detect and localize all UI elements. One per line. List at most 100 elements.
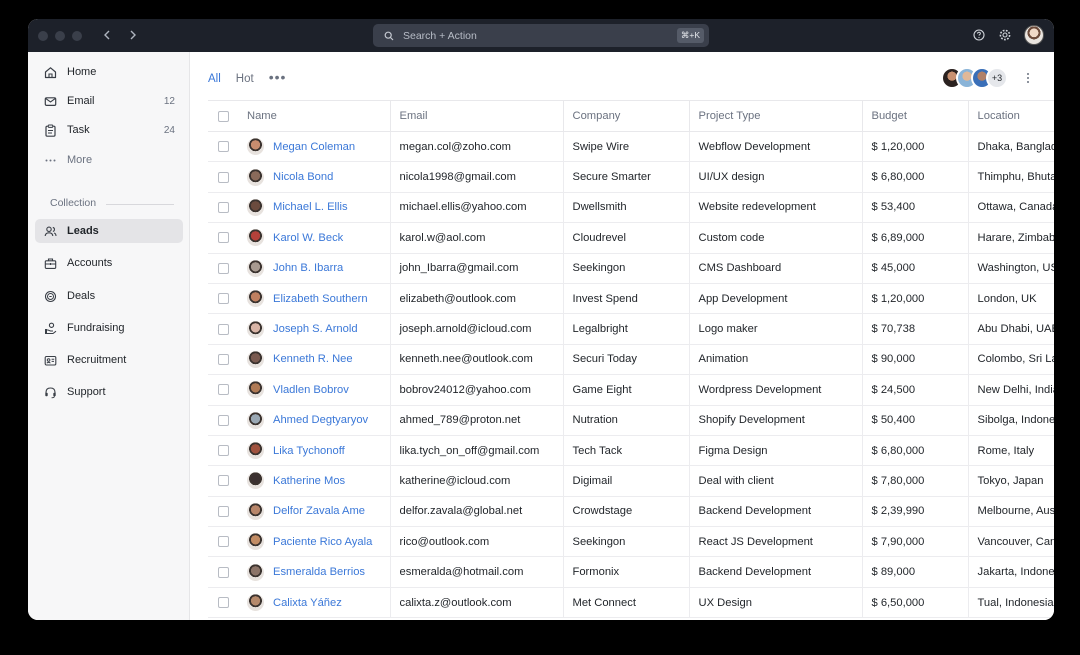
row-checkbox[interactable] xyxy=(218,505,229,517)
column-header-budget[interactable]: Budget xyxy=(862,100,969,132)
lead-name-link[interactable]: Esmeralda Berrios xyxy=(273,566,365,578)
lead-name-link[interactable]: Kenneth R. Nee xyxy=(273,353,353,365)
email-cell: esmeralda@hotmail.com xyxy=(390,556,564,588)
table-row[interactable]: Delfor Zavala Ame delfor.zavala@global.ne… xyxy=(208,496,1054,528)
company-cell: Cloudrevel xyxy=(563,222,690,254)
help-icon[interactable] xyxy=(972,28,986,42)
sidebar-item-more[interactable]: More xyxy=(35,148,183,172)
table-row[interactable]: Ahmed Degtyaryov ahmed_789@proton.net Nutr… xyxy=(208,405,1054,436)
project-type-cell: Wordpress Development xyxy=(689,374,863,406)
maximize-window-button[interactable] xyxy=(72,31,82,41)
lead-name-link[interactable]: John B. Ibarra xyxy=(273,262,343,274)
table-row[interactable]: Joseph S. Arnold joseph.arnold@icloud.com… xyxy=(208,313,1054,345)
lead-name-link[interactable]: Vladlen Bobrov xyxy=(273,384,349,396)
row-checkbox[interactable] xyxy=(218,353,229,365)
row-checkbox[interactable] xyxy=(218,566,229,578)
name-cell: Ahmed Degtyaryov xyxy=(238,405,391,436)
lead-name-link[interactable]: Paciente Rico Ayala xyxy=(273,536,372,548)
row-select-cell xyxy=(208,435,238,467)
row-checkbox[interactable] xyxy=(218,171,229,183)
home-icon xyxy=(43,65,57,79)
table-row[interactable]: Paciente Rico Ayala rico@outlook.com Seeki… xyxy=(208,526,1054,558)
lead-name-link[interactable]: Elizabeth Southern xyxy=(273,293,368,305)
forward-arrow-icon[interactable] xyxy=(126,27,140,43)
row-checkbox[interactable] xyxy=(218,445,229,457)
lead-name-link[interactable]: Katherine Mos xyxy=(273,475,345,487)
close-window-button[interactable] xyxy=(38,31,48,41)
sidebar-item-leads[interactable]: Leads xyxy=(35,219,183,243)
minimize-window-button[interactable] xyxy=(55,31,65,41)
row-select-cell xyxy=(208,192,238,224)
select-all-checkbox[interactable] xyxy=(218,110,229,122)
email-cell: karol.w@aol.com xyxy=(390,222,564,254)
lead-name-link[interactable]: Karol W. Beck xyxy=(273,232,343,244)
more-vertical-icon[interactable] xyxy=(1022,70,1034,86)
lead-name-link[interactable]: Delfor Zavala Ame xyxy=(273,505,365,517)
table-row[interactable]: Megan Coleman megan.col@zoho.com Swipe Wir… xyxy=(208,131,1054,163)
column-header-email[interactable]: Email xyxy=(390,100,564,132)
row-checkbox[interactable] xyxy=(218,141,229,153)
search-input[interactable]: Search + Action ⌘+K xyxy=(373,24,709,47)
lead-name-link[interactable]: Lika Tychonoff xyxy=(273,445,345,457)
table-row[interactable]: Michael L. Ellis michael.ellis@yahoo.com D… xyxy=(208,192,1054,224)
mail-icon xyxy=(43,94,57,108)
back-arrow-icon[interactable] xyxy=(100,27,114,43)
sidebar-item-deals[interactable]: Deals xyxy=(35,284,183,308)
sidebar-item-email[interactable]: Email 12 xyxy=(35,89,183,113)
lead-name-link[interactable]: Megan Coleman xyxy=(273,141,355,153)
avatar xyxy=(247,168,264,186)
table-row[interactable]: Karol W. Beck karol.w@aol.com Cloudrevel Cu… xyxy=(208,222,1054,254)
column-header-location[interactable]: Location xyxy=(968,100,1054,132)
user-avatar[interactable] xyxy=(1024,25,1044,45)
avatar xyxy=(247,229,264,247)
name-cell: Lika Tychonoff xyxy=(238,435,391,467)
lead-name-link[interactable]: Calixta Yáñez xyxy=(273,597,342,609)
table-row[interactable]: Katherine Mos katherine@icloud.com Digimai… xyxy=(208,465,1054,497)
table-row[interactable]: Kenneth R. Nee kenneth.nee@outlook.com Sec… xyxy=(208,344,1054,376)
sidebar-item-home[interactable]: Home xyxy=(35,60,183,84)
budget-cell: $ 45,000 xyxy=(862,253,969,284)
table-row[interactable]: Nicola Bond nicola1998@gmail.com Secure Sm… xyxy=(208,161,1054,193)
project-type-cell: Deal with client xyxy=(689,465,863,497)
sidebar-item-fundraising[interactable]: Fundraising xyxy=(35,316,183,340)
budget-cell: $ 70,738 xyxy=(862,313,969,345)
collaborator-avatars[interactable]: +3 xyxy=(941,67,1008,89)
table-row[interactable]: Calixta Yáñez calixta.z@outlook.com Met Co… xyxy=(208,587,1054,619)
budget-cell: $ 1,20,000 xyxy=(862,283,969,315)
table-row[interactable]: Vladlen Bobrov bobrov24012@yahoo.com Game … xyxy=(208,374,1054,406)
lead-name-link[interactable]: Joseph S. Arnold xyxy=(273,323,358,335)
email-cell: delfor.zavala@global.net xyxy=(390,496,564,528)
row-checkbox[interactable] xyxy=(218,384,229,396)
column-header-name[interactable]: Name xyxy=(238,100,391,132)
table-row[interactable]: Lika Tychonoff lika.tych_on_off@gmail.com… xyxy=(208,435,1054,467)
row-checkbox[interactable] xyxy=(218,597,229,609)
sidebar-item-task[interactable]: Task 24 xyxy=(35,118,183,142)
sidebar-item-recruitment[interactable]: Recruitment xyxy=(35,348,183,372)
sidebar-item-support[interactable]: Support xyxy=(35,380,183,404)
gear-icon[interactable] xyxy=(998,28,1012,42)
lead-name-link[interactable]: Ahmed Degtyaryov xyxy=(273,414,368,426)
table-row[interactable]: John B. Ibarra john_Ibarra@gmail.com Seeki… xyxy=(208,253,1054,284)
more-tabs-button[interactable]: ••• xyxy=(269,69,287,85)
name-cell: Nicola Bond xyxy=(238,161,391,193)
row-checkbox[interactable] xyxy=(218,475,229,487)
row-checkbox[interactable] xyxy=(218,323,229,335)
row-checkbox[interactable] xyxy=(218,414,229,426)
table-row[interactable]: Esmeralda Berrios esmeralda@hotmail.com Fo… xyxy=(208,556,1054,588)
tab-all[interactable]: All xyxy=(208,73,221,85)
sidebar-item-accounts[interactable]: Accounts xyxy=(35,251,183,275)
row-checkbox[interactable] xyxy=(218,536,229,548)
row-checkbox[interactable] xyxy=(218,232,229,244)
lead-name-link[interactable]: Nicola Bond xyxy=(273,171,333,183)
row-checkbox[interactable] xyxy=(218,201,229,213)
row-checkbox[interactable] xyxy=(218,293,229,305)
column-header-project-type[interactable]: Project Type xyxy=(689,100,863,132)
history-nav xyxy=(100,27,140,43)
tab-hot[interactable]: Hot xyxy=(236,73,254,85)
column-header-company[interactable]: Company xyxy=(563,100,690,132)
row-checkbox[interactable] xyxy=(218,262,229,274)
table-row[interactable]: Elizabeth Southern elizabeth@outlook.com I… xyxy=(208,283,1054,315)
avatar xyxy=(247,563,264,581)
company-cell: Securi Today xyxy=(563,344,690,376)
lead-name-link[interactable]: Michael L. Ellis xyxy=(273,201,348,213)
